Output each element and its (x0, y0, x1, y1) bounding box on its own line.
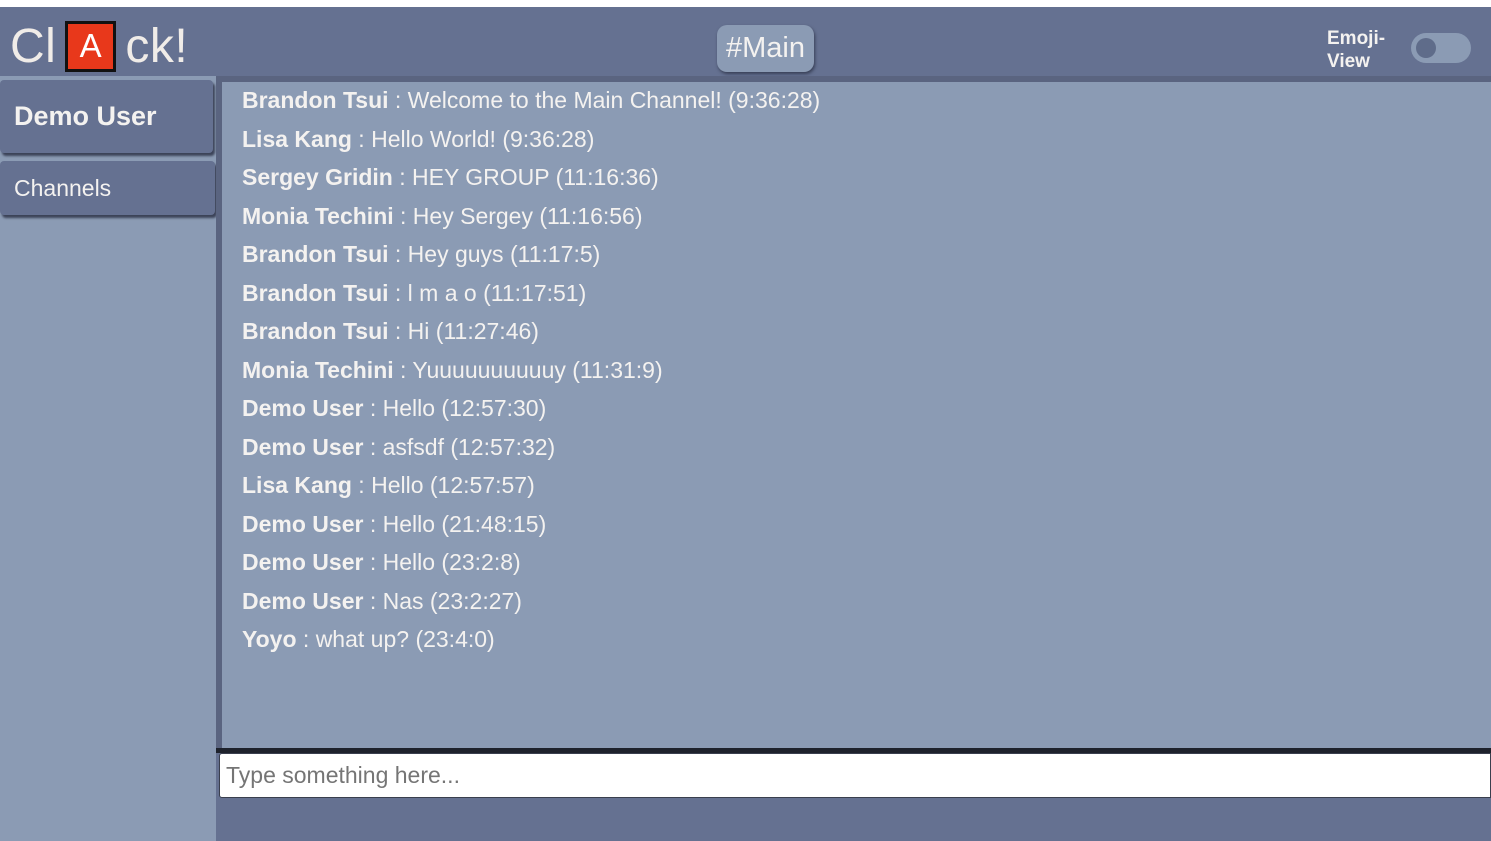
message-author: Demo User (242, 587, 364, 614)
message-author: Monia Techini (242, 202, 394, 229)
message-author: Demo User (242, 433, 364, 460)
message-text: : Nas (23:2:27) (363, 587, 522, 614)
app-header: Cl A ck! #Main Emoji-View (0, 7, 1491, 76)
message-row: Lisa Kang : Hello (12:57:57) (242, 472, 820, 511)
message-row: Demo User : Hello (12:57:30) (242, 395, 820, 434)
message-text: : HEY GROUP (11:16:36) (392, 164, 659, 190)
logo-boxed-letter: A (65, 20, 117, 72)
sidebar-user-button[interactable]: Demo User (0, 80, 213, 153)
message-text: : Yuuuuuuuuuuy (11:31:9) (393, 356, 663, 383)
message-text: : l m a o (11:17:51) (388, 279, 587, 306)
emoji-view-toggle[interactable] (1411, 33, 1471, 63)
message-text: : Hello (23:2:8) (363, 549, 521, 575)
message-author: Lisa Kang (242, 472, 352, 498)
message-author: Demo User (242, 510, 364, 537)
message-author: Demo User (242, 395, 364, 421)
logo-suffix: ck! (125, 19, 189, 73)
message-text: : Hello (12:57:57) (351, 472, 535, 498)
message-author: Brandon Tsui (242, 87, 389, 113)
message-row: Brandon Tsui : l m a o (11:17:51) (242, 280, 820, 319)
composer (216, 748, 1491, 841)
message-row: Demo User : Hello (21:48:15) (242, 511, 820, 550)
message-author: Brandon Tsui (242, 318, 389, 344)
app-logo: Cl A ck! (10, 18, 188, 74)
message-author: Lisa Kang (242, 125, 352, 152)
message-author: Demo User (242, 549, 364, 575)
message-row: Lisa Kang : Hello World! (9:36:28) (242, 126, 820, 165)
message-row: Brandon Tsui : Welcome to the Main Chann… (242, 87, 820, 126)
message-text: : what up? (23:4:0) (296, 626, 495, 652)
message-text: : Hello (12:57:30) (363, 395, 547, 421)
message-row: Monia Techini : Hey Sergey (11:16:56) (242, 203, 820, 242)
message-text: : asfsdf (12:57:32) (363, 433, 556, 460)
emoji-view-label: Emoji-View (1327, 28, 1386, 72)
message-author: Monia Techini (242, 356, 394, 383)
message-author: Brandon Tsui (242, 241, 389, 267)
message-row: Brandon Tsui : Hey guys (11:17:5) (242, 241, 820, 280)
message-text: : Hello (21:48:15) (363, 510, 547, 537)
message-row: Yoyo : what up? (23:4:0) (242, 626, 820, 665)
toggle-knob (1416, 38, 1436, 58)
sidebar-channels-button[interactable]: Channels (0, 161, 215, 215)
message-text: : Hey guys (11:17:5) (388, 241, 601, 267)
message-author: Sergey Gridin (242, 164, 393, 190)
message-author: Brandon Tsui (242, 279, 389, 306)
message-input[interactable] (219, 753, 1491, 798)
message-row: Demo User : Hello (23:2:8) (242, 549, 820, 588)
current-channel-button[interactable]: #Main (717, 25, 814, 72)
message-row: Monia Techini : Yuuuuuuuuuuy (11:31:9) (242, 357, 820, 396)
message-pane[interactable]: Brandon Tsui : Welcome to the Main Chann… (222, 82, 1491, 748)
message-row: Demo User : Nas (23:2:27) (242, 588, 820, 627)
message-text: : Hey Sergey (11:16:56) (393, 202, 643, 229)
message-text: : Hello World! (9:36:28) (351, 125, 595, 152)
message-list: Brandon Tsui : Welcome to the Main Chann… (242, 87, 820, 665)
message-text: : Hi (11:27:46) (388, 318, 539, 344)
message-author: Yoyo (242, 626, 297, 652)
sidebar: Demo User Channels (0, 76, 217, 841)
message-row: Brandon Tsui : Hi (11:27:46) (242, 318, 820, 357)
message-row: Demo User : asfsdf (12:57:32) (242, 434, 820, 473)
logo-prefix: Cl (10, 19, 57, 73)
message-text: : Welcome to the Main Channel! (9:36:28) (388, 87, 821, 113)
message-row: Sergey Gridin : HEY GROUP (11:16:36) (242, 164, 820, 203)
